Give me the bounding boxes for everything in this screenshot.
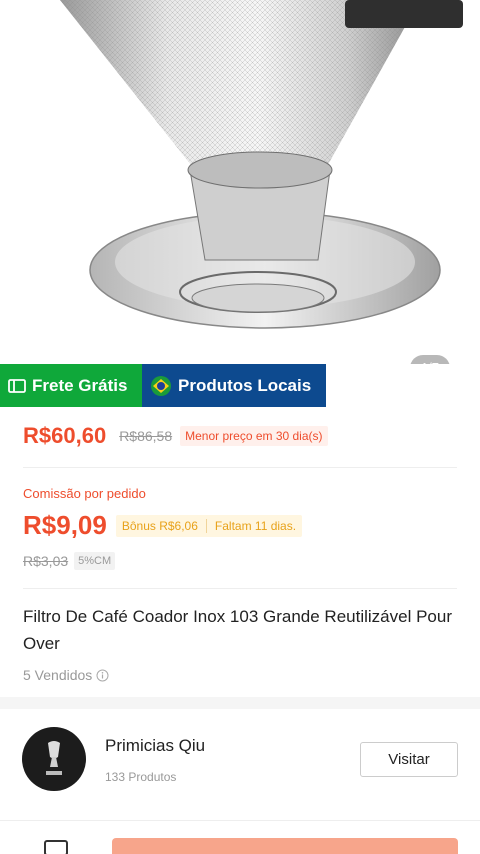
chat-icon[interactable]	[44, 840, 68, 854]
lowest-price-tag: Menor preço em 30 dia(s)	[180, 426, 328, 446]
info-icon[interactable]	[96, 669, 109, 682]
sold-label: 5 Vendidos	[23, 667, 93, 683]
commission-value: R$9,09	[23, 510, 107, 540]
divider	[0, 820, 480, 821]
commission-row: R$9,09 Bônus R$6,06 Faltam 11 dias.	[23, 510, 303, 541]
product-badges: Frete Grátis Produtos Locais	[0, 364, 326, 407]
ticket-icon	[8, 378, 26, 393]
product-photo	[60, 0, 463, 329]
price-row: R$60,60 R$86,58 Menor preço em 30 dia(s)	[23, 423, 328, 449]
current-price: R$60,60	[23, 423, 107, 448]
commission-rate-tag: 5%CM	[74, 552, 116, 570]
image-counter: 1/7	[410, 355, 450, 364]
shop-avatar[interactable]	[22, 727, 86, 791]
local-products-label: Produtos Locais	[178, 375, 312, 395]
section-gap	[0, 697, 480, 709]
commission-rate-row: R$3,03 5%CM	[23, 552, 116, 570]
product-image-gallery[interactable]: 1/7	[0, 0, 480, 364]
bonus-remaining: Faltam 11 dias.	[214, 518, 297, 533]
free-shipping-badge: Frete Grátis	[0, 364, 142, 407]
shop-product-count: 133 Produtos	[105, 770, 177, 784]
commission-label: Comissão por pedido	[23, 486, 146, 501]
visit-shop-button[interactable]: Visitar	[360, 742, 458, 777]
bonus-tag: Bônus R$6,06 Faltam 11 dias.	[115, 514, 303, 537]
buy-button[interactable]	[112, 838, 458, 854]
shop-name[interactable]: Primicias Qiu	[105, 736, 205, 756]
free-shipping-label: Frete Grátis	[32, 375, 128, 395]
brazil-flag-icon	[150, 375, 172, 397]
sold-count: 5 Vendidos	[23, 667, 109, 683]
divider	[23, 588, 457, 589]
product-title: Filtro De Café Coador Inox 103 Grande Re…	[23, 607, 452, 653]
divider	[23, 467, 457, 468]
bonus-amount: Bônus R$6,06	[121, 518, 198, 533]
local-products-badge: Produtos Locais	[142, 364, 326, 407]
original-price: R$86,58	[119, 428, 173, 444]
commission-old-value: R$3,03	[23, 553, 69, 569]
